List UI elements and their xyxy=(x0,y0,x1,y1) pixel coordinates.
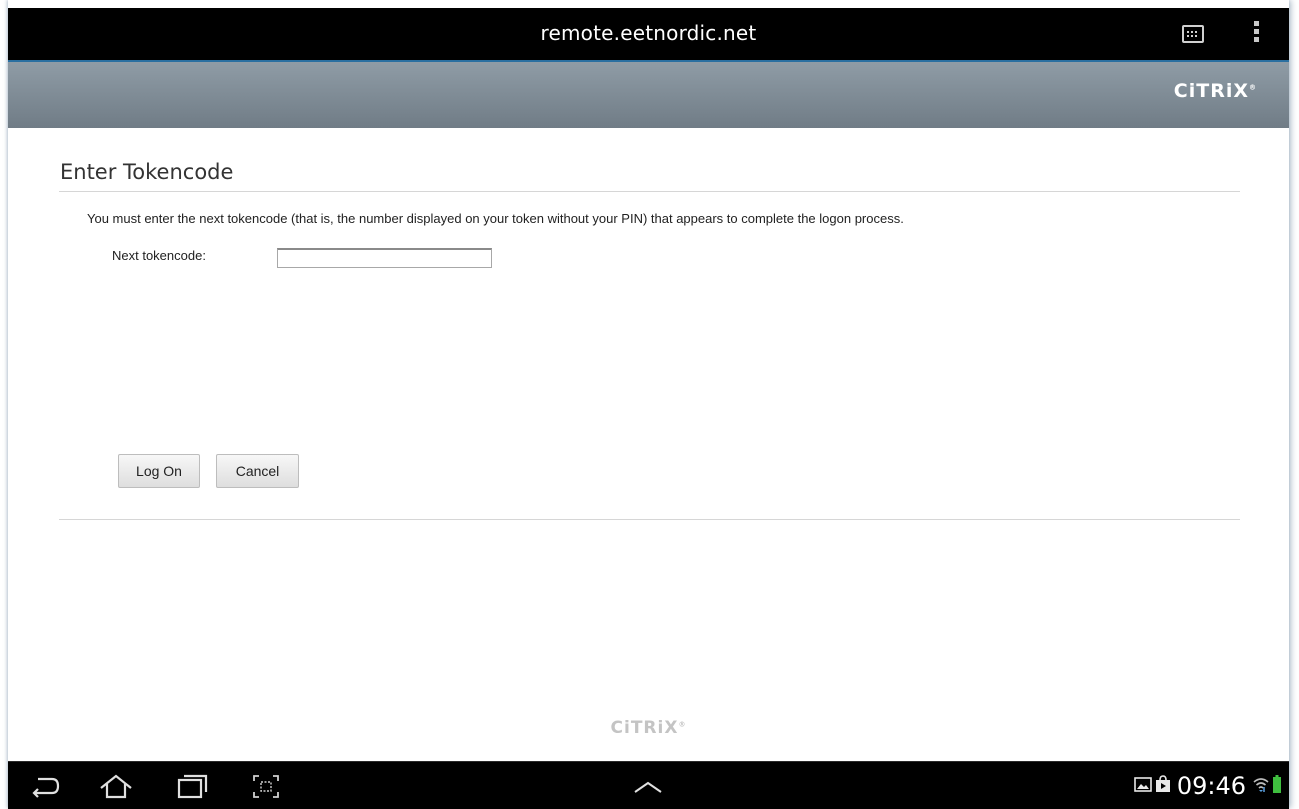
home-icon[interactable] xyxy=(98,774,134,800)
form-divider xyxy=(59,519,1240,520)
tokencode-input[interactable] xyxy=(277,248,492,268)
clock: 09:46 xyxy=(1176,772,1246,800)
wifi-icon xyxy=(1252,775,1270,798)
logon-button[interactable]: Log On xyxy=(118,454,200,488)
title-divider xyxy=(59,191,1240,192)
footer-logo-text: CiTRiX xyxy=(610,718,679,738)
citrix-header-banner: CiTRiX® xyxy=(8,60,1289,128)
browser-url[interactable]: remote.eetnordic.net xyxy=(8,21,1289,45)
store-notification-icon xyxy=(1155,774,1171,798)
tokencode-label: Next tokencode: xyxy=(112,248,206,263)
back-icon[interactable] xyxy=(26,774,62,800)
page-title: Enter Tokencode xyxy=(60,160,234,184)
battery-icon xyxy=(1273,774,1281,798)
logon-content: Enter Tokencode You must enter the next … xyxy=(8,128,1289,761)
citrix-logo-mark: ® xyxy=(1249,83,1257,92)
citrix-logo-text: CiTRiX xyxy=(1173,80,1249,102)
browser-top-bar: remote.eetnordic.net xyxy=(8,8,1289,60)
instructions-text: You must enter the next tokencode (that … xyxy=(87,211,904,226)
chevron-up-icon[interactable] xyxy=(630,774,666,800)
footer-citrix-logo: CiTRiX® xyxy=(8,718,1289,738)
gallery-notification-icon xyxy=(1134,776,1152,797)
tablet-screen: remote.eetnordic.net CiTRiX® Enter Token… xyxy=(8,0,1289,809)
overflow-menu-icon[interactable] xyxy=(1252,21,1260,49)
android-system-bar: 09:46 xyxy=(8,761,1289,809)
recent-apps-icon[interactable] xyxy=(174,774,210,800)
status-area: 09:46 xyxy=(1134,772,1281,800)
citrix-logo: CiTRiX® xyxy=(1174,80,1257,102)
footer-logo-mark: ® xyxy=(678,720,687,729)
screenshot-icon[interactable] xyxy=(248,774,284,800)
keyboard-icon[interactable] xyxy=(1182,25,1204,43)
cancel-button[interactable]: Cancel xyxy=(216,454,299,488)
